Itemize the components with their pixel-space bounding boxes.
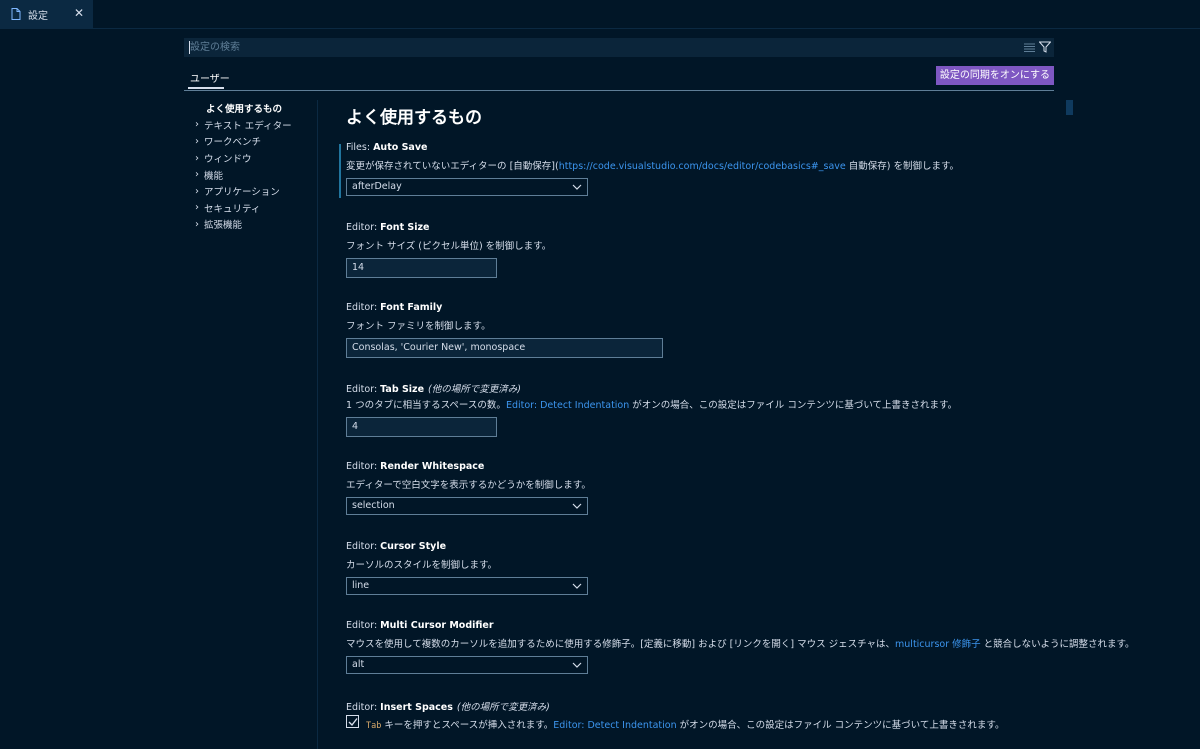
chevron-right-icon: › <box>195 202 199 214</box>
toc-item-application[interactable]: › アプリケーション <box>190 183 315 200</box>
toc-item-extensions[interactable]: › 拡張機能 <box>190 216 315 233</box>
chevron-right-icon: › <box>195 119 199 131</box>
chevron-down-icon <box>572 583 582 589</box>
filter-icon[interactable] <box>1038 41 1052 53</box>
toc-item-label: 拡張機能 <box>204 220 243 232</box>
font-size-input[interactable]: 14 <box>346 258 497 278</box>
multicursor-modifier-link[interactable]: multicursor 修飾子 <box>895 639 981 650</box>
cursor-style-select[interactable]: line <box>346 577 588 595</box>
toc-item-label: アプリケーション <box>204 187 280 199</box>
setting-description: Tab キーを押すとスペースが挿入されます。Editor: Detect Ind… <box>366 720 1005 731</box>
toc-item-label: セキュリティ <box>204 203 261 215</box>
toc-item-commonly-used[interactable]: よく使用するもの <box>190 100 315 117</box>
tab-size-input[interactable]: 4 <box>346 417 497 437</box>
chevron-right-icon: › <box>195 218 199 230</box>
setting-label: Editor: Insert Spaces (他の場所で変更済み) <box>346 702 550 713</box>
close-icon[interactable]: ✕ <box>72 6 86 20</box>
toc-divider <box>317 100 318 749</box>
chevron-down-icon <box>572 184 582 190</box>
settings-toc: よく使用するもの › テキスト エディター › ワークベンチ › ウィンドウ › 機能 … <box>190 100 315 233</box>
toc-item-security[interactable]: › セキュリティ <box>190 200 315 217</box>
auto-save-select[interactable]: afterDelay <box>346 178 588 196</box>
setting-description: マウスを使用して複数のカーソルを追加するために使用する修飾子。[定義に移動] お… <box>346 639 1135 650</box>
modified-elsewhere-indicator: (他の場所で変更済み) <box>428 384 521 395</box>
font-family-input[interactable]: Consolas, 'Courier New', monospace <box>346 338 663 358</box>
editor-tab-bar: 設定 ✕ <box>0 0 1200 29</box>
detect-indentation-link[interactable]: Editor: Detect Indentation <box>506 400 629 411</box>
turn-on-sync-button[interactable]: 設定の同期をオンにする <box>935 66 1054 85</box>
insert-spaces-checkbox[interactable] <box>346 715 359 728</box>
setting-label: Editor: Tab Size (他の場所で変更済み) <box>346 384 521 395</box>
multi-cursor-modifier-select[interactable]: alt <box>346 656 588 674</box>
setting-description: フォント サイズ (ピクセル単位) を制御します。 <box>346 241 552 252</box>
setting-label: Editor: Font Family <box>346 302 443 313</box>
chevron-right-icon: › <box>195 169 199 181</box>
focus-indicator <box>339 144 341 198</box>
setting-label: Editor: Multi Cursor Modifier <box>346 620 494 631</box>
toc-item-text-editor[interactable]: › テキスト エディター <box>190 117 315 134</box>
section-title: よく使用するもの <box>346 108 482 128</box>
search-input[interactable] <box>190 38 1010 57</box>
tab-settings[interactable]: 設定 ✕ <box>0 0 93 28</box>
setting-description: 1 つのタブに相当するスペースの数。Editor: Detect Indenta… <box>346 400 958 411</box>
chevron-down-icon <box>572 503 582 509</box>
chevron-right-icon: › <box>195 135 199 147</box>
setting-label: Files: Auto Save <box>346 142 428 153</box>
detect-indentation-link[interactable]: Editor: Detect Indentation <box>553 720 676 731</box>
toc-item-label: テキスト エディター <box>204 120 292 132</box>
toc-item-window[interactable]: › ウィンドウ <box>190 150 315 167</box>
toc-item-label: ワークベンチ <box>204 137 262 149</box>
modified-elsewhere-indicator: (他の場所で変更済み) <box>456 702 550 713</box>
clear-filter-icon[interactable] <box>1024 42 1035 53</box>
chevron-right-icon: › <box>195 185 199 197</box>
settings-search-box <box>184 38 1054 57</box>
chevron-down-icon <box>572 662 582 668</box>
toc-item-features[interactable]: › 機能 <box>190 166 315 183</box>
setting-description: フォント ファミリを制御します。 <box>346 321 491 332</box>
active-tab-indicator <box>188 87 224 89</box>
setting-label: Editor: Font Size <box>346 222 430 233</box>
toc-item-label: ウィンドウ <box>204 154 252 166</box>
chevron-right-icon: › <box>195 152 199 164</box>
tab-user[interactable]: ユーザー <box>190 70 230 85</box>
check-icon <box>348 718 358 727</box>
scrollbar-thumb[interactable] <box>1066 100 1073 115</box>
render-whitespace-select[interactable]: selection <box>346 497 588 515</box>
setting-description: エディターで空白文字を表示するかどうかを制御します。 <box>346 480 591 491</box>
setting-description: 変更が保存されていないエディターの [自動保存](https://code.vi… <box>346 161 960 172</box>
setting-label: Editor: Render Whitespace <box>346 461 485 472</box>
setting-description: カーソルのスタイルを制御します。 <box>346 560 498 571</box>
toc-item-label: よく使用するもの <box>206 104 283 116</box>
toc-item-workbench[interactable]: › ワークベンチ <box>190 133 315 150</box>
toc-item-label: 機能 <box>204 170 224 182</box>
tab-title: 設定 <box>28 10 48 22</box>
file-icon <box>11 8 21 20</box>
docs-link[interactable]: https://code.visualstudio.com/docs/edito… <box>559 161 846 172</box>
settings-scope-bar: ユーザー 設定の同期をオンにする <box>184 66 1054 91</box>
setting-label: Editor: Cursor Style <box>346 541 447 552</box>
